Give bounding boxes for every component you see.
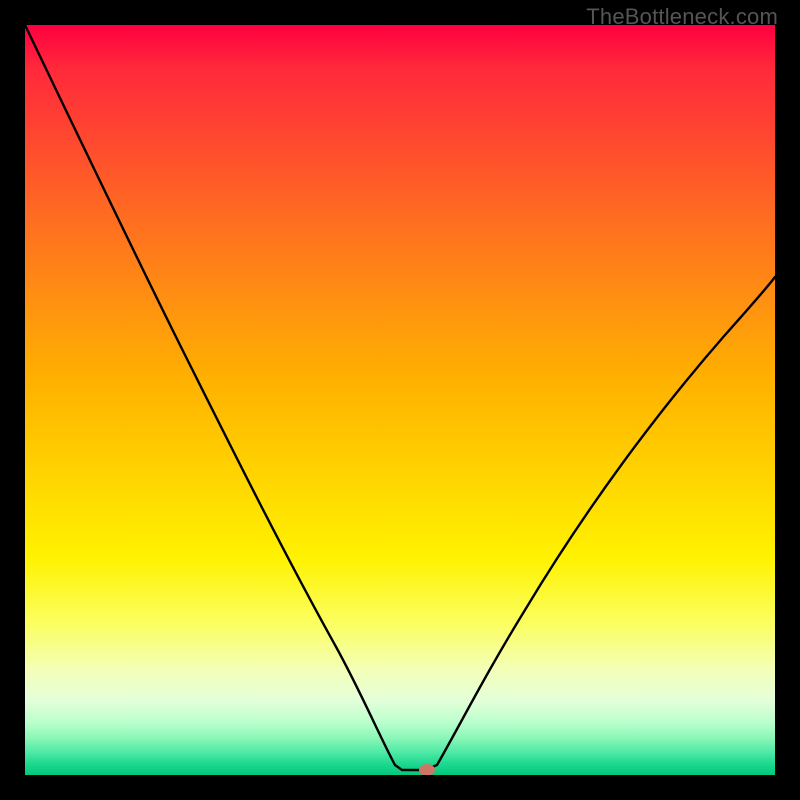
plot-area bbox=[25, 25, 775, 775]
bottleneck-curve bbox=[25, 25, 775, 770]
chart-frame: TheBottleneck.com bbox=[0, 0, 800, 800]
curve-svg bbox=[25, 25, 775, 775]
